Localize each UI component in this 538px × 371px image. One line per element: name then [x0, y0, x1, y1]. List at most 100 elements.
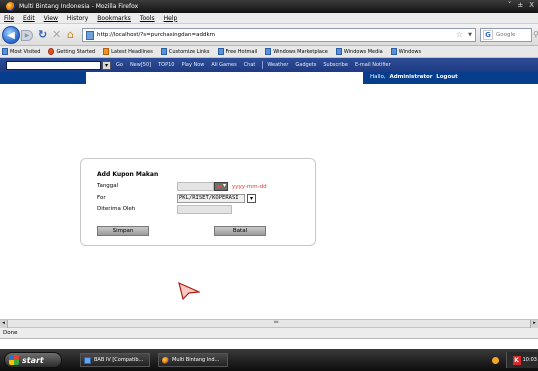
- site-header: Hallo, Administrator Logout: [0, 72, 538, 84]
- bookmark-most-visited[interactable]: Most Visited: [2, 48, 40, 55]
- addon-chat[interactable]: Chat: [244, 62, 256, 68]
- windows-logo-icon: [9, 355, 19, 365]
- search-icon[interactable]: ⚲: [533, 30, 538, 39]
- menu-bookmarks[interactable]: Bookmarks: [97, 15, 131, 22]
- addon-subscribe[interactable]: Subscribe: [323, 62, 348, 68]
- greeting-text: Hallo,: [370, 74, 386, 80]
- forward-button[interactable]: ▶: [21, 30, 33, 41]
- user-name: Administrator: [389, 74, 433, 80]
- menu-tools[interactable]: Tools: [140, 15, 155, 22]
- url-text[interactable]: http://localhost/?s=purchasingdan=addkm: [97, 32, 215, 38]
- bookmark-windows-marketplace[interactable]: Windows Marketplace: [265, 48, 328, 55]
- addon-weather[interactable]: Weather: [267, 62, 288, 68]
- status-text: Done: [3, 330, 18, 336]
- menu-help[interactable]: Help: [164, 15, 178, 22]
- stop-icon[interactable]: ✕: [52, 29, 61, 40]
- form-title: Add Kupon Makan: [97, 171, 159, 178]
- home-icon[interactable]: ⌂: [67, 29, 74, 40]
- bookmark-latest-headlines[interactable]: Latest Headlines: [103, 48, 153, 55]
- bookmark-windows[interactable]: Windows: [390, 48, 421, 55]
- page-favicon-icon: [86, 30, 94, 40]
- page-icon: [160, 48, 167, 55]
- back-button[interactable]: ◀: [2, 26, 20, 44]
- rss-icon: [103, 48, 110, 55]
- minimize-button[interactable]: ˅: [508, 1, 512, 9]
- scroll-thumb[interactable]: [8, 318, 528, 327]
- horizontal-scrollbar[interactable]: ◂ ▸: [0, 318, 538, 328]
- addon-go[interactable]: Go: [116, 62, 123, 68]
- addon-all-games[interactable]: All Games: [211, 62, 236, 68]
- menu-file[interactable]: File: [4, 15, 14, 22]
- diterima-input[interactable]: [177, 205, 232, 214]
- bookmark-windows-media[interactable]: Windows Media: [335, 48, 383, 55]
- system-tray: K 10:03: [506, 352, 538, 368]
- window-title-bar: Multi Bintang Indonesia - Mozilla Firefo…: [0, 0, 538, 13]
- addon-new[interactable]: New[50]: [130, 62, 151, 68]
- addon-search-input[interactable]: [6, 60, 101, 70]
- logout-link[interactable]: Logout: [436, 74, 458, 80]
- calendar-icon[interactable]: [214, 182, 228, 191]
- start-label: start: [22, 355, 44, 365]
- navigation-toolbar: ◀ ▶ ↻ ✕ ⌂ http://localhost/?s=purchasing…: [0, 24, 538, 46]
- window-title: Multi Bintang Indonesia - Mozilla Firefo…: [19, 3, 139, 10]
- menu-history[interactable]: History: [67, 15, 88, 22]
- bookmarks-bar: Most Visited Getting Started Latest Head…: [0, 46, 538, 58]
- scroll-left-icon[interactable]: ◂: [0, 320, 8, 328]
- status-bar: Done: [0, 328, 538, 339]
- for-label: For: [97, 195, 106, 201]
- firefox-bookmark-icon: [48, 48, 55, 55]
- menu-view[interactable]: View: [44, 15, 58, 22]
- header-banner: [86, 72, 363, 84]
- language-k-icon[interactable]: K: [512, 355, 521, 365]
- bookmark-star-icon[interactable]: ☆: [456, 30, 463, 39]
- tanggal-label: Tanggal: [97, 183, 119, 189]
- url-dropdown-icon[interactable]: ▼: [468, 32, 472, 38]
- add-kupon-form: Add Kupon Makan Tanggal yyyy-mm-dd For P…: [80, 158, 316, 246]
- document-icon: [84, 356, 91, 364]
- desktop-strip: [0, 339, 538, 349]
- user-greeting: Hallo, Administrator Logout: [370, 74, 458, 80]
- for-dropdown-button[interactable]: ▾: [247, 194, 256, 203]
- reload-icon[interactable]: ↻: [38, 29, 47, 40]
- scroll-right-icon[interactable]: ▸: [530, 320, 538, 328]
- page-icon: [335, 48, 342, 55]
- maximize-button[interactable]: ±: [517, 1, 523, 9]
- page-icon: [265, 48, 272, 55]
- addon-top10[interactable]: TOP10: [158, 62, 174, 68]
- bookmark-getting-started[interactable]: Getting Started: [48, 48, 95, 55]
- bookmark-free-hotmail[interactable]: Free Hotmail: [217, 48, 257, 55]
- addon-play-now[interactable]: Play Now: [181, 62, 204, 68]
- url-bar[interactable]: http://localhost/?s=purchasingdan=addkm …: [82, 28, 476, 42]
- addon-dropdown-button[interactable]: ▾: [102, 60, 111, 70]
- page-icon: [390, 48, 397, 55]
- firefox-icon: [6, 2, 15, 11]
- page-icon: [217, 48, 224, 55]
- menu-bar: File Edit View History Bookmarks Tools H…: [0, 13, 538, 24]
- batal-button[interactable]: Batal: [214, 226, 266, 236]
- taskbar-item-firefox[interactable]: Multi Bintang Ind...: [158, 353, 228, 367]
- bookmark-customize-links[interactable]: Customize Links: [160, 48, 210, 55]
- tanggal-input[interactable]: [177, 182, 214, 191]
- for-select[interactable]: PKL/RISET/KOPERASI: [177, 194, 245, 203]
- addon-gadgets[interactable]: Gadgets: [295, 62, 316, 68]
- clock[interactable]: 10:03: [523, 357, 537, 363]
- tray-notification-icon[interactable]: [492, 357, 499, 364]
- close-button[interactable]: X: [529, 1, 534, 9]
- desktop-screen: Multi Bintang Indonesia - Mozilla Firefo…: [0, 0, 538, 371]
- date-format-hint: yyyy-mm-dd: [232, 184, 267, 190]
- forward-arrow-icon: ▶: [24, 32, 30, 39]
- start-button[interactable]: start: [4, 352, 62, 368]
- addon-toolbar: ▾ Go New[50] TOP10 Play Now All Games Ch…: [0, 58, 538, 72]
- taskbar-item-word[interactable]: BAB IV [Compatib...: [80, 353, 150, 367]
- google-icon[interactable]: G: [483, 30, 493, 40]
- menu-edit[interactable]: Edit: [23, 15, 35, 22]
- toolbar-separator: [262, 61, 264, 69]
- taskbar: start BAB IV [Compatib... Multi Bintang …: [0, 349, 538, 371]
- addon-email-notifier[interactable]: E-mail Notifier: [355, 62, 391, 68]
- diterima-label: Diterima Oleh: [97, 206, 136, 212]
- search-box[interactable]: G Google: [480, 28, 532, 42]
- window-controls: ˅ ± X: [508, 1, 534, 9]
- simpan-button[interactable]: Simpan: [97, 226, 149, 236]
- bookmark-folder-icon: [2, 48, 8, 55]
- mouse-cursor-icon: [178, 282, 200, 300]
